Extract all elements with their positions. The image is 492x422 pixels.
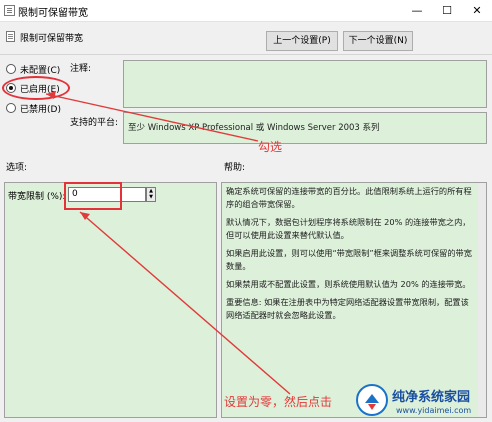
watermark-url: www.yidaimei.com	[396, 406, 472, 415]
watermark-logo-icon	[356, 384, 388, 416]
watermark-brand: 纯净系统家园	[392, 390, 471, 405]
check-arrow-line	[45, 93, 259, 142]
annotation-arrows	[45, 91, 291, 395]
watermark: 纯净系统家园 www.yidaimei.com	[352, 380, 492, 422]
zero-arrow-line	[79, 211, 291, 395]
zero-annotation: 设置为零，然后点击	[224, 395, 333, 409]
check-annotation: 勾选	[258, 140, 283, 154]
